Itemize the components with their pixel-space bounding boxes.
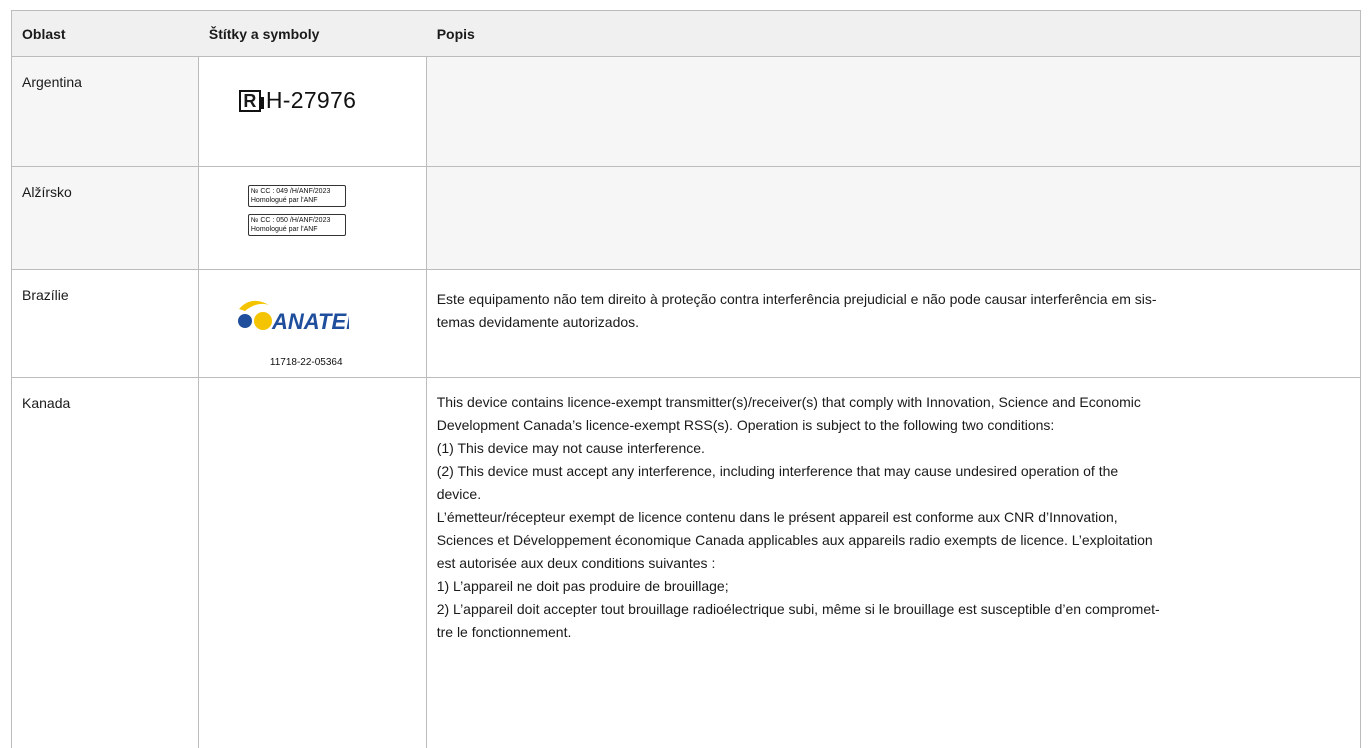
description-cell: This device contains licence-exempt tran…: [427, 378, 1362, 748]
description-line: Sciences et Développement économique Can…: [436, 532, 1153, 548]
description-cell: [427, 167, 1362, 269]
anf-approval-label: № CC : 050 /H/ANF/2023 Homologué par l'A…: [247, 214, 346, 236]
description-line: (2) This device must accept any interfer…: [436, 463, 1119, 479]
description-line: This device contains licence-exempt tran…: [436, 394, 1141, 410]
table-row-argentina: Argentina R H-27976: [11, 57, 1362, 167]
column-header-description: Popis: [427, 11, 1362, 56]
table-row-canada: Kanada This device contains licence-exem…: [11, 378, 1362, 748]
registered-r-icon: R: [238, 89, 264, 112]
registration-number: H-27976: [265, 87, 357, 113]
symbol-cell: ANATEL 11718-22-05364: [199, 270, 427, 377]
description-line: tre le fonctionnement.: [436, 624, 572, 640]
description-line: est autorisée aux deux conditions suivan…: [436, 555, 716, 571]
anatel-logo: ANATEL 11718-22-05364: [229, 295, 359, 368]
table-header-row: Oblast Štítky a symboly Popis: [11, 11, 1362, 57]
description-cell: [427, 57, 1362, 166]
argentina-registration-mark: R H-27976: [238, 87, 357, 113]
anatel-logo-icon: ANATEL: [237, 300, 359, 334]
description-line: L’émetteur/récepteur exempt de licence c…: [436, 509, 1118, 525]
symbol-cell: R H-27976: [198, 57, 427, 166]
description-line: device.: [436, 486, 482, 502]
description-line: 2) L’appareil doit accepter tout brouill…: [436, 601, 1160, 617]
table-row-brazil: Brazílie ANATEL 11718-22-05364 Este equi…: [11, 270, 1362, 378]
symbol-cell: № CC : 049 /H/ANF/2023 Homologué par l'A…: [198, 167, 427, 269]
description-line: 1) L’appareil ne doit pas produire de br…: [436, 578, 729, 594]
anf-approval-label: № CC : 049 /H/ANF/2023 Homologué par l'A…: [247, 185, 346, 207]
column-header-region: Oblast: [22, 26, 66, 42]
description-line: (1) This device may not cause interferen…: [436, 440, 705, 456]
region-cell: Brazílie: [12, 270, 199, 377]
region-cell: Alžírsko: [12, 167, 199, 269]
region-cell: Argentina: [12, 57, 199, 166]
column-header-symbols: Štítky a symboly: [208, 26, 320, 42]
anatel-code: 11718-22-05364: [269, 357, 343, 368]
description-line: Development Canada’s licence-exempt RSS(…: [436, 417, 1055, 433]
description-line: temas devidamente autorizados.: [436, 314, 640, 330]
table-row-algeria: Alžírsko № CC : 049 /H/ANF/2023 Homologu…: [11, 167, 1362, 270]
symbol-cell: [199, 378, 427, 748]
anatel-brand-text: ANATEL: [271, 309, 349, 334]
description-cell: Este equipamento não tem direito à prote…: [427, 270, 1362, 377]
description-line: Este equipamento não tem direito à prote…: [436, 291, 1157, 307]
regulatory-table: Oblast Štítky a symboly Popis Argentina …: [11, 10, 1362, 748]
region-cell: Kanada: [12, 378, 199, 748]
